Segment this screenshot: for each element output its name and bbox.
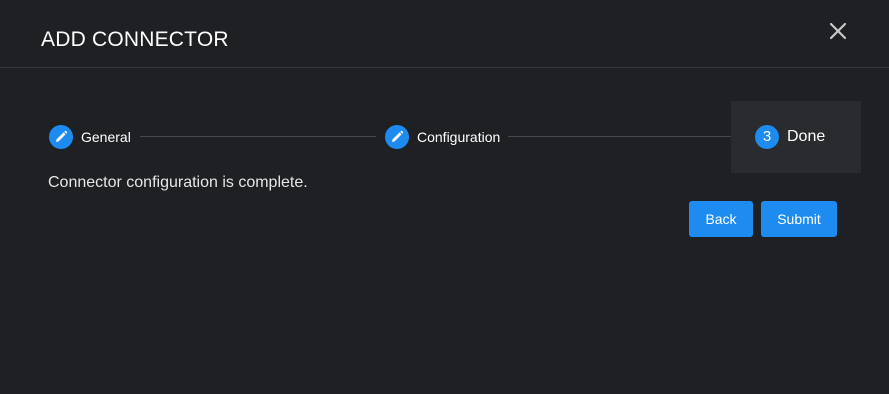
- step-general[interactable]: General: [49, 125, 131, 149]
- completion-message: Connector configuration is complete.: [48, 174, 308, 191]
- submit-button[interactable]: Submit: [761, 201, 837, 237]
- pencil-icon: [385, 125, 409, 149]
- pencil-icon: [49, 125, 73, 149]
- step-number-badge: 3: [755, 125, 779, 149]
- stepper: General Configuration 3 Done: [0, 100, 889, 174]
- dialog-header: ADD CONNECTOR: [0, 0, 889, 68]
- back-button[interactable]: Back: [689, 201, 753, 237]
- add-connector-dialog: ADD CONNECTOR General Configuration 3 Do…: [0, 0, 889, 394]
- step-number: 3: [762, 128, 772, 145]
- step-label: Configuration: [417, 129, 501, 145]
- step-connector-line: [140, 136, 376, 137]
- close-icon[interactable]: [826, 19, 850, 43]
- step-label: Done: [787, 128, 826, 145]
- step-connector-line: [508, 136, 746, 137]
- step-label: General: [81, 129, 131, 145]
- step-done[interactable]: 3 Done: [755, 125, 825, 149]
- dialog-title: ADD CONNECTOR: [41, 28, 229, 51]
- step-configuration[interactable]: Configuration: [385, 125, 500, 149]
